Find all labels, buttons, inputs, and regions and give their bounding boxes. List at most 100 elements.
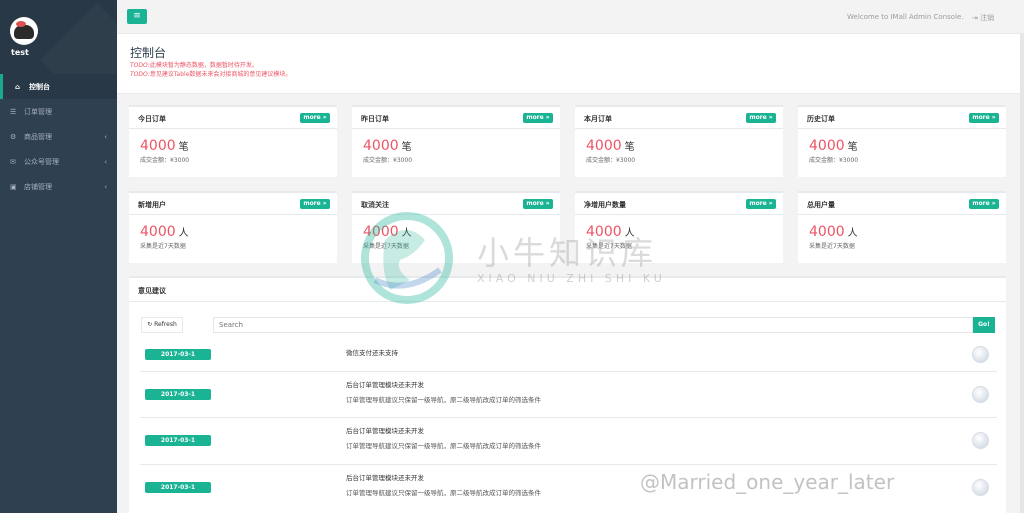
feed-title: 后台订单管理模块还未开发 — [346, 427, 424, 435]
home-icon: ⌂ — [15, 82, 21, 91]
stat-value: 4000 笔 — [809, 138, 858, 154]
stat-card-new-users: 新增用户 more » 4000 人 采集是近7天数据 — [129, 191, 337, 263]
stat-value: 4000 笔 — [586, 138, 635, 154]
stat-value: 4000 人 — [809, 224, 858, 240]
sidebar-item-label: 订单管理 — [24, 107, 52, 116]
stat-card-unfollow: 取消关注 more » 4000 人 采集是近7天数据 — [352, 191, 560, 263]
welcome-text: Welcome to IMall Admin Console. — [847, 13, 964, 21]
logout-link[interactable]: ⇥ 注销 — [972, 13, 994, 23]
menu-toggle-button[interactable]: ≡ — [127, 9, 147, 24]
username[interactable]: test — [11, 48, 29, 57]
refresh-icon: ↻ — [147, 321, 153, 328]
more-button[interactable]: more » — [523, 199, 553, 209]
more-button[interactable]: more » — [300, 113, 330, 123]
stat-value: 4000 人 — [363, 224, 412, 240]
stat-card-month-orders: 本月订单 more » 4000 笔 成交金额：¥3000 — [575, 105, 783, 177]
more-button[interactable]: more » — [523, 113, 553, 123]
sidebar-profile: test — [0, 0, 117, 74]
card-title: 取消关注 more » — [352, 193, 560, 215]
date-badge: 2017-03-1 10:23:03 — [145, 482, 211, 502]
card-title: 总用户量 more » — [798, 193, 1006, 215]
stat-subtext: 采集是近7天数据 — [140, 243, 186, 250]
chevron-left-icon: ‹ — [104, 182, 107, 191]
stat-card-today-orders: 今日订单 more » 4000 笔 成交金额：¥3000 — [129, 105, 337, 177]
more-button[interactable]: more » — [969, 113, 999, 123]
avatar — [972, 432, 989, 449]
list-item: 2017-03-1 10:23:03 后台订单管理模块还未开发 订单管理导航建议… — [140, 418, 997, 465]
panel-title: 意见建议 — [129, 278, 1006, 302]
more-button[interactable]: more » — [746, 113, 776, 123]
stat-value: 4000 人 — [140, 224, 189, 240]
sidebar-menu: ⌂ 控制台 ☰ 订单管理 ⚙ 商品管理 ‹ ✉ 公众号管理 ‹ ▣ 店铺管理 ‹ — [0, 74, 117, 199]
more-button[interactable]: more » — [969, 199, 999, 209]
card-title: 新增用户 more » — [129, 193, 337, 215]
feed-description: 订单管理导航建议只保留一级导航，原二级导航改成订单的筛选条件 — [346, 396, 541, 404]
sidebar-item-products[interactable]: ⚙ 商品管理 ‹ — [0, 124, 117, 149]
sidebar-item-orders[interactable]: ☰ 订单管理 — [0, 99, 117, 124]
more-button[interactable]: more » — [300, 199, 330, 209]
card-title: 今日订单 more » — [129, 107, 337, 129]
stat-subtext: 采集是近7天数据 — [809, 243, 855, 250]
comments-icon: ✉ — [10, 157, 16, 166]
stat-subtext: 成交金额：¥3000 — [809, 157, 859, 164]
avatar — [972, 479, 989, 496]
chevron-left-icon: ‹ — [104, 132, 107, 141]
stat-subtext: 采集是近7天数据 — [586, 243, 632, 250]
stat-subtext: 成交金额：¥3000 — [586, 157, 636, 164]
chevron-left-icon: ‹ — [104, 157, 107, 166]
stat-subtext: 成交金额：¥3000 — [140, 157, 190, 164]
sidebar: test ⌂ 控制台 ☰ 订单管理 ⚙ 商品管理 ‹ ✉ 公众号管理 ‹ ▣ 店… — [0, 0, 117, 513]
stat-subtext: 成交金额：¥3000 — [363, 157, 413, 164]
stat-card-total-users: 总用户量 more » 4000 人 采集是近7天数据 — [798, 191, 1006, 263]
hamburger-icon: ≡ — [133, 11, 141, 21]
sidebar-item-wechat[interactable]: ✉ 公众号管理 ‹ — [0, 149, 117, 174]
sidebar-item-dashboard[interactable]: ⌂ 控制台 — [0, 74, 117, 99]
stat-value: 4000 笔 — [363, 138, 412, 154]
date-badge: 2017-03-1 10:23:03 — [145, 389, 211, 409]
sidebar-item-label: 店铺管理 — [24, 182, 52, 191]
card-title: 历史订单 more » — [798, 107, 1006, 129]
logout-label: 注销 — [980, 14, 995, 22]
feed-title: 后台订单管理模块还未开发 — [346, 474, 424, 482]
search-input[interactable] — [213, 317, 973, 333]
stat-value: 4000 笔 — [140, 138, 189, 154]
more-button[interactable]: more » — [746, 199, 776, 209]
avatar[interactable] — [10, 17, 38, 45]
stat-subtext: 采集是近7天数据 — [363, 243, 409, 250]
card-title: 昨日订单 more » — [352, 107, 560, 129]
refresh-label: Refresh — [154, 321, 177, 328]
card-title: 净增用户数量 more » — [575, 193, 783, 215]
avatar — [972, 386, 989, 403]
feed-title: 后台订单管理模块还未开发 — [346, 381, 424, 389]
avatar — [972, 346, 989, 363]
refresh-button[interactable]: ↻ Refresh — [141, 317, 183, 333]
go-button[interactable]: Go! — [973, 317, 995, 333]
sidebar-item-shop[interactable]: ▣ 店铺管理 ‹ — [0, 174, 117, 199]
scrollbar[interactable] — [1020, 34, 1024, 513]
list-item: 2017-03-1 10:23:03 微信支付还未支持 — [140, 342, 997, 372]
stat-card-history-orders: 历史订单 more » 4000 笔 成交金额：¥3000 — [798, 105, 1006, 177]
stat-value: 4000 人 — [586, 224, 635, 240]
sign-out-icon: ⇥ — [972, 14, 978, 22]
shop-icon: ▣ — [10, 182, 17, 191]
topbar: ≡ Welcome to IMall Admin Console. ⇥ 注销 — [117, 0, 1024, 34]
sidebar-item-label: 公众号管理 — [24, 157, 59, 166]
feed-description: 订单管理导航建议只保留一级导航，原二级导航改成订单的筛选条件 — [346, 442, 541, 450]
page-title: 控制台 — [130, 46, 167, 60]
list-icon: ☰ — [10, 107, 17, 116]
todo-note: TODO:此模块暂为静态数据，数据暂时待开发。 — [130, 62, 258, 69]
list-item: 2017-03-1 10:23:03 后台订单管理模块还未开发 订单管理导航建议… — [140, 372, 997, 418]
date-badge: 2017-03-1 10:23:03 — [145, 435, 211, 455]
stat-card-yesterday-orders: 昨日订单 more » 4000 笔 成交金额：¥3000 — [352, 105, 560, 177]
page-heading: 控制台 TODO:此模块暂为静态数据，数据暂时待开发。 TODO:意见建议Tab… — [117, 34, 1020, 94]
list-item: 2017-03-1 10:23:03 后台订单管理模块还未开发 订单管理导航建议… — [140, 465, 997, 513]
card-title: 本月订单 more » — [575, 107, 783, 129]
bird-icon — [14, 25, 34, 39]
gear-icon: ⚙ — [10, 132, 17, 141]
sidebar-item-label: 商品管理 — [24, 132, 52, 141]
feed-description: 订单管理导航建议只保留一级导航，原二级导航改成订单的筛选条件 — [346, 489, 541, 497]
sidebar-item-label: 控制台 — [29, 82, 50, 91]
feedback-panel: 意见建议 ↻ Refresh Go! 2017-03-1 10:23:03 微信… — [129, 276, 1006, 513]
date-badge: 2017-03-1 10:23:03 — [145, 349, 211, 369]
stat-card-net-users: 净增用户数量 more » 4000 人 采集是近7天数据 — [575, 191, 783, 263]
